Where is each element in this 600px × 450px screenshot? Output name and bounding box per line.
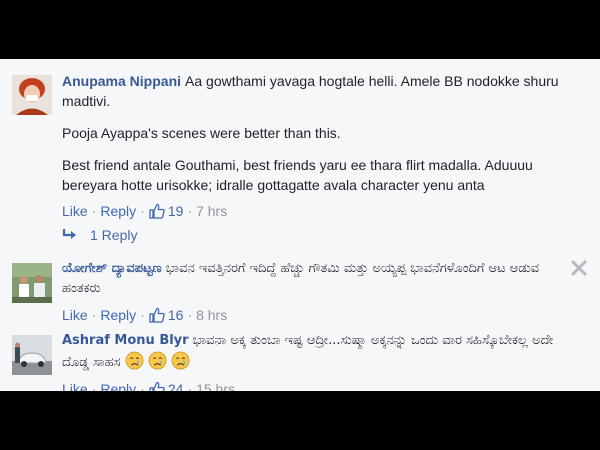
profile-photo-icon — [12, 335, 52, 375]
comment-text: Anupama Nippani Aa gowthami yavaga hogtal… — [62, 71, 580, 111]
like-count[interactable]: 24 — [149, 381, 184, 391]
replies-label: 1 Reply — [90, 227, 138, 243]
comment-text: Ashraf Monu Blyr ಭಾವನಾ ಅಕ್ಕ ತುಂಬಾ ಇಷ್ಟ ಆದ… — [62, 331, 580, 373]
comment-author[interactable]: Anupama Nippani — [62, 73, 181, 89]
comment-text: ಯೋಗೇಶ್ ದ್ಯಾವಪಟ್ಟಣ ಭಾವನ ಇವತ್ತಿನರಗೆ ಇದಿದ್ದೆ… — [62, 259, 580, 299]
comment-time[interactable]: 15 hrs — [196, 381, 235, 391]
comments-panel: Anupama Nippani Aa gowthami yavaga hogtal… — [0, 59, 600, 391]
like-count-value: 19 — [167, 203, 184, 219]
profile-photo-icon — [12, 75, 52, 115]
comment-body: Anupama Nippani Aa gowthami yavaga hogtal… — [62, 71, 580, 221]
comment-paragraph: Best friend antale Gouthami, best friend… — [62, 157, 533, 193]
like-count-value: 24 — [167, 381, 184, 391]
bottom-black-bar — [0, 391, 600, 450]
comment-actions: Like · Reply · 24 · 15 hrs — [62, 379, 580, 391]
thumbs-up-icon — [149, 307, 165, 323]
comment-author[interactable]: ಯೋಗೇಶ್ ದ್ಯಾವಪಟ್ಟಣ — [62, 261, 162, 276]
crying-face-emoji — [125, 351, 143, 370]
avatar[interactable] — [12, 75, 52, 115]
reply-arrow-icon — [62, 229, 76, 239]
like-link[interactable]: Like — [62, 203, 88, 219]
reply-link[interactable]: Reply — [100, 381, 136, 391]
reply-link[interactable]: Reply — [100, 307, 136, 323]
avatar[interactable] — [12, 335, 52, 375]
comment-actions: Like · Reply · 19 · 7 hrs — [62, 203, 228, 219]
comment-time[interactable]: 8 hrs — [196, 307, 227, 323]
avatar[interactable] — [12, 263, 52, 303]
comment-time[interactable]: 7 hrs — [196, 203, 227, 219]
comment-author[interactable]: Ashraf Monu Blyr — [62, 333, 189, 348]
crying-face-emoji — [148, 351, 166, 370]
thumbs-up-icon — [149, 203, 165, 219]
top-black-bar — [0, 0, 600, 59]
reply-link[interactable]: Reply — [100, 203, 136, 219]
like-count[interactable]: 16 — [149, 307, 184, 323]
crying-face-emoji — [171, 351, 189, 370]
profile-photo-icon — [12, 263, 52, 303]
like-count-value: 16 — [167, 307, 184, 323]
comment-body: ಯೋಗೇಶ್ ದ್ಯಾವಪಟ್ಟಣ ಭಾವನ ಇವತ್ತಿನರಗೆ ಇದಿದ್ದೆ… — [62, 259, 580, 325]
comment-body: Ashraf Monu Blyr ಭಾವನಾ ಅಕ್ಕ ತುಂಬಾ ಇಷ್ಟ ಆದ… — [62, 331, 580, 391]
comment-paragraph: Pooja Ayappa's scenes were better than t… — [62, 125, 341, 141]
emoji-group — [121, 351, 190, 370]
comment-actions: Like · Reply · 16 · 8 hrs — [62, 307, 228, 323]
like-link[interactable]: Like — [62, 307, 88, 323]
thumbs-up-icon — [149, 381, 165, 391]
like-link[interactable]: Like — [62, 381, 88, 391]
view-replies-link[interactable]: 1 Reply — [62, 225, 137, 245]
like-count[interactable]: 19 — [149, 203, 184, 219]
